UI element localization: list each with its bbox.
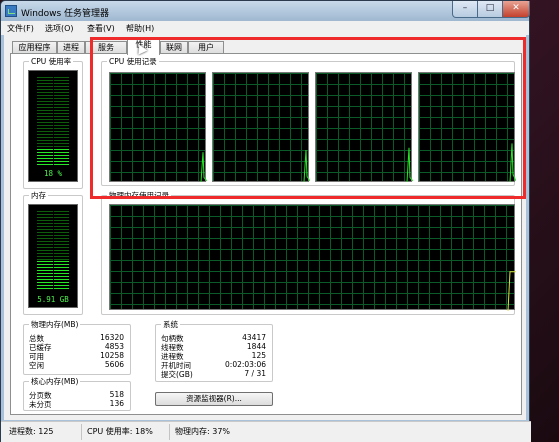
window-title: Windows 任务管理器 (21, 9, 110, 19)
status-physical-memory: 物理内存: 37% (175, 427, 231, 436)
system-group: 系统 句柄数 43417 线程数 1844 进程数 125 开机时间 0:02:03:0… (155, 320, 273, 382)
status-cpu-usage: CPU 使用率: 18% (87, 427, 153, 436)
physical-memory-group: 物理内存(MB) 总数 16320 已缓存 4853 可用 10258 空闲 5606 (23, 320, 131, 375)
menu-help[interactable]: 帮助(H) (126, 23, 154, 34)
cpu-usage-meter: 18 % (28, 70, 78, 182)
menu-options[interactable]: 选项(O) (45, 23, 74, 34)
memory-history-group: 物理内存使用记录 (101, 191, 516, 315)
stat-row: 提交(GB) 7 / 31 (161, 369, 266, 379)
cpu-core-1-line (200, 152, 207, 183)
memory-value: 5.91 GB (37, 295, 69, 304)
system-label: 系统 (161, 320, 180, 329)
memory-meter: 5.91 GB (28, 204, 78, 308)
performance-panel: CPU 使用率 18 % CPU 使用记录 内存 5.91 GB 物理内存使用记… (10, 53, 522, 415)
cpu-core-1-graph (109, 72, 207, 183)
memory-history-graph (109, 204, 516, 311)
kernel-memory-group: 核心内存(MB) 分页数 518 未分页 136 (23, 377, 131, 411)
menu-bar: 文件(F) 选项(O) 查看(V) 帮助(H) (1, 21, 529, 35)
cpu-core-2-line (303, 149, 310, 183)
menu-file[interactable]: 文件(F) (7, 23, 34, 34)
cpu-history-group: CPU 使用记录 (101, 57, 516, 186)
title-bar[interactable]: Windows 任务管理器 – □ ✕ (1, 1, 530, 21)
cpu-core-3-graph (315, 72, 413, 183)
stat-row: 未分页 136 (29, 399, 124, 409)
maximize-button[interactable]: □ (477, 1, 503, 18)
memory-history-line (507, 271, 516, 311)
client-area: 应用程序 进程 服务 性能 联网 用户 CPU 使用率 18 % CPU 使用记… (4, 35, 526, 420)
task-manager-icon (5, 5, 17, 17)
cpu-core-4-line (509, 143, 516, 183)
memory-history-label: 物理内存使用记录 (107, 191, 171, 200)
cpu-core-3-line (406, 147, 413, 183)
cpu-usage-value: 18 % (43, 169, 63, 178)
close-button[interactable]: ✕ (502, 1, 530, 18)
resource-monitor-button[interactable]: 资源监视器(R)... (155, 392, 273, 406)
status-bar: 进程数: 125 CPU 使用率: 18% 物理内存: 37% (1, 421, 531, 442)
menu-view[interactable]: 查看(V) (87, 23, 115, 34)
task-manager-window: Windows 任务管理器 – □ ✕ 文件(F) 选项(O) 查看(V) 帮助… (0, 0, 531, 442)
physical-memory-label: 物理内存(MB) (29, 320, 81, 329)
minimize-button[interactable]: – (452, 1, 478, 18)
cpu-core-2-graph (212, 72, 310, 183)
cpu-usage-group: CPU 使用率 18 % (23, 57, 83, 189)
stat-row: 空闲 5606 (29, 360, 124, 370)
cpu-core-4-graph (418, 72, 516, 183)
cpu-usage-label: CPU 使用率 (29, 57, 74, 66)
cpu-history-label: CPU 使用记录 (107, 57, 159, 66)
memory-group: 内存 5.91 GB (23, 191, 83, 315)
status-process-count: 进程数: 125 (9, 427, 54, 436)
memory-label: 内存 (29, 191, 48, 200)
kernel-memory-label: 核心内存(MB) (29, 377, 81, 386)
